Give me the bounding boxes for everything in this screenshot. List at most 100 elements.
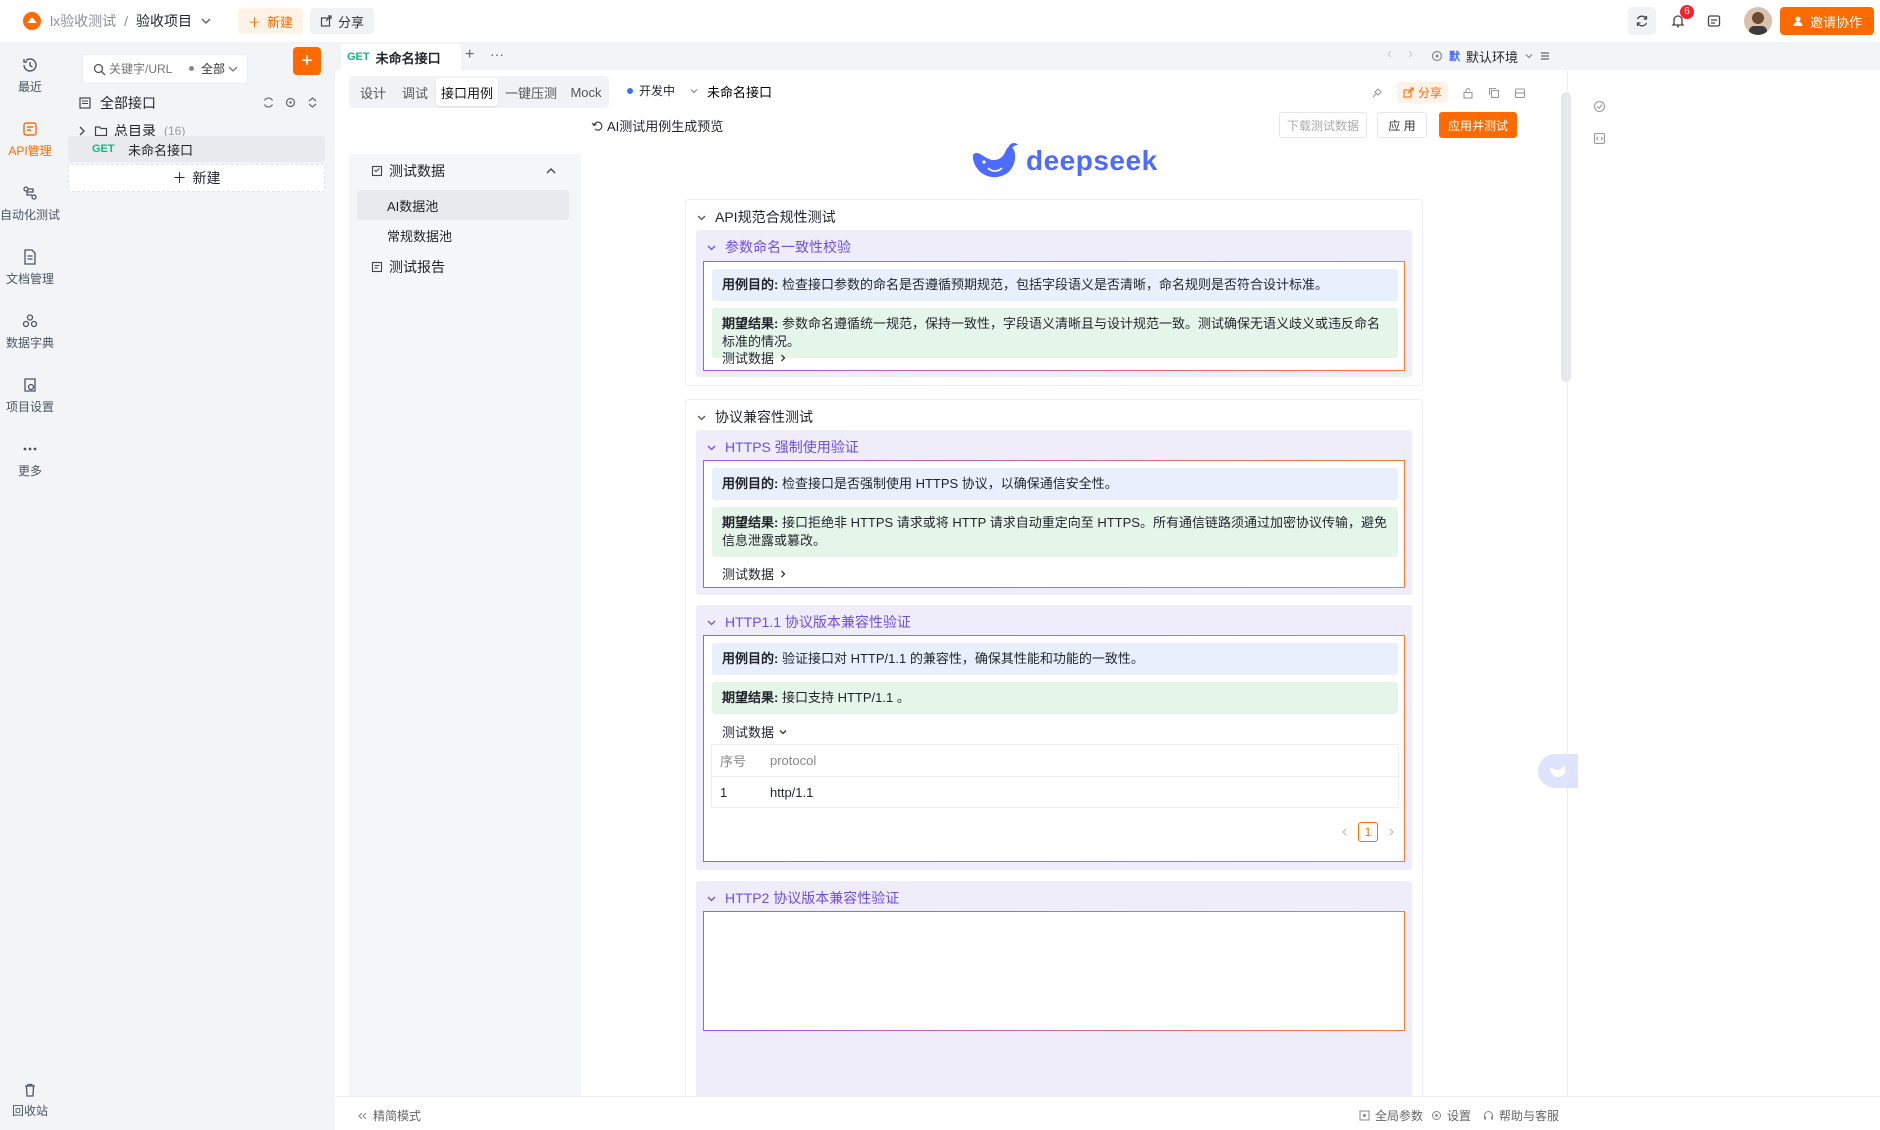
api-name-input[interactable] bbox=[707, 78, 1347, 104]
nav-item-recent[interactable]: 最近 bbox=[0, 56, 60, 95]
history-icon bbox=[21, 56, 39, 74]
nav-item-more[interactable]: 更多 bbox=[0, 440, 60, 479]
chevron-down-icon bbox=[696, 212, 707, 223]
chevron-right-icon[interactable] bbox=[1405, 49, 1415, 59]
side-group-test-report[interactable]: 测试报告 bbox=[357, 252, 569, 282]
archive-icon[interactable] bbox=[1514, 87, 1526, 99]
preview-header: AI测试用例生成预览 bbox=[591, 116, 723, 135]
nav-item-automation[interactable]: 自动化测试 bbox=[0, 184, 60, 223]
global-params-button[interactable]: 全局参数 bbox=[1359, 1107, 1423, 1124]
expand-collapse-icon[interactable] bbox=[306, 96, 319, 109]
page-number[interactable]: 1 bbox=[1358, 822, 1378, 842]
nav-item-api[interactable]: API管理 bbox=[0, 120, 60, 159]
section-title[interactable]: 协议兼容性测试 bbox=[696, 407, 813, 427]
dictionary-icon bbox=[21, 312, 39, 330]
ai-assistant-button[interactable] bbox=[1538, 754, 1578, 788]
user-plus-icon bbox=[1792, 15, 1804, 27]
more-tabs-icon[interactable]: ··· bbox=[490, 46, 504, 62]
chevron-down-icon[interactable] bbox=[200, 15, 212, 27]
plus-icon: + bbox=[301, 50, 313, 73]
chevron-right-icon bbox=[778, 569, 788, 579]
plus-icon: ＋ bbox=[173, 168, 187, 188]
settings-button[interactable]: 设置 bbox=[1431, 1107, 1471, 1124]
api-toolbar: 分享 bbox=[1371, 82, 1526, 103]
add-button[interactable]: + bbox=[293, 47, 321, 75]
case-title[interactable]: 参数命名一致性校验 bbox=[706, 237, 851, 257]
case-expectation: 期望结果: 接口支持 HTTP/1.1 。 bbox=[712, 682, 1398, 714]
filter-select[interactable]: 全部 bbox=[189, 60, 225, 77]
chevron-left-icon[interactable] bbox=[1385, 49, 1395, 59]
case-purpose: 用例目的: 检查接口参数的命名是否遵循预期规范，包括字段语义是否清晰，命名规则是… bbox=[712, 269, 1398, 301]
side-item-ai-pool[interactable]: AI数据池 bbox=[357, 190, 569, 220]
chevron-right-icon[interactable] bbox=[1386, 827, 1396, 837]
nav-item-dictionary[interactable]: 数据字典 bbox=[0, 312, 60, 351]
pagination: 1 bbox=[1340, 822, 1396, 842]
simple-mode-toggle[interactable]: 精简模式 bbox=[357, 1107, 421, 1124]
tab-api[interactable]: GET 未命名接口 bbox=[341, 44, 461, 70]
chevron-up-icon[interactable] bbox=[545, 165, 557, 177]
data-icon bbox=[371, 165, 383, 177]
nav-item-settings[interactable]: 项目设置 bbox=[0, 376, 60, 415]
case-card: 用例目的: 检查接口是否强制使用 HTTPS 协议，以确保通信安全性。 期望结果… bbox=[703, 460, 1405, 588]
scrollbar-thumb[interactable] bbox=[1561, 92, 1571, 382]
chevron-down-icon[interactable] bbox=[227, 63, 239, 75]
tree-new-button[interactable]: ＋ 新建 bbox=[68, 164, 325, 192]
status-select[interactable]: 开发中 bbox=[627, 82, 699, 99]
nav-item-docs[interactable]: 文档管理 bbox=[0, 248, 60, 287]
trash-icon bbox=[22, 1082, 38, 1098]
case-title[interactable]: HTTP1.1 协议版本兼容性验证 bbox=[706, 612, 911, 632]
search-input[interactable] bbox=[109, 59, 189, 79]
apply-button[interactable]: 应 用 bbox=[1377, 112, 1427, 138]
apply-and-test-button[interactable]: 应用并测试 bbox=[1439, 112, 1517, 138]
lock-icon[interactable] bbox=[1462, 87, 1474, 99]
copy-icon[interactable] bbox=[1488, 87, 1500, 99]
test-data-toggle[interactable]: 测试数据 bbox=[722, 564, 788, 583]
test-data-table: 序号 protocol 1 http/1.1 bbox=[711, 744, 1399, 808]
add-tab-button[interactable]: + bbox=[465, 46, 474, 64]
breadcrumb-separator: / bbox=[124, 13, 128, 29]
segment-debug[interactable]: 调试 bbox=[395, 78, 435, 106]
segment-stress-test[interactable]: 一键压测 bbox=[500, 78, 562, 106]
table-cell: http/1.1 bbox=[770, 785, 813, 800]
clean-icon[interactable] bbox=[1371, 87, 1383, 99]
code-icon[interactable] bbox=[1593, 132, 1606, 145]
bottom-bar: 精简模式 全局参数 设置 帮助与客服 bbox=[335, 1096, 1880, 1130]
new-button[interactable]: ＋ 新建 bbox=[238, 8, 303, 34]
invite-button[interactable]: 邀请协作 bbox=[1780, 7, 1874, 35]
segment-design[interactable]: 设计 bbox=[351, 78, 395, 106]
case-title[interactable]: HTTP2 协议版本兼容性验证 bbox=[706, 888, 899, 908]
left-nav: 最近 API管理 自动化测试 文档管理 数据字典 项目设置 更多 回收站 bbox=[0, 42, 60, 1130]
sync-icon[interactable] bbox=[1628, 7, 1656, 35]
search-icon bbox=[93, 63, 106, 76]
test-data-toggle[interactable]: 测试数据 bbox=[722, 348, 788, 367]
test-section-protocol: 协议兼容性测试 HTTPS 强制使用验证 用例目的: 检查接口是否强制使用 HT… bbox=[685, 399, 1423, 1130]
help-button[interactable]: 帮助与客服 bbox=[1483, 1107, 1559, 1124]
nav-item-trash[interactable]: 回收站 bbox=[0, 1082, 60, 1119]
check-circle-icon[interactable] bbox=[1593, 100, 1606, 113]
test-data-toggle[interactable]: 测试数据 bbox=[722, 722, 788, 741]
section-title[interactable]: API规范合规性测试 bbox=[696, 207, 836, 227]
team-name[interactable]: lx验收测试 bbox=[50, 11, 116, 31]
env-select[interactable]: 默 默认环境 bbox=[1431, 44, 1534, 68]
tree-item-api[interactable]: GET 未命名接口 bbox=[68, 136, 325, 162]
back-icon[interactable] bbox=[591, 120, 603, 132]
side-group-test-data[interactable]: 测试数据 bbox=[357, 156, 569, 186]
avatar[interactable] bbox=[1744, 7, 1772, 35]
locate-icon[interactable] bbox=[284, 96, 297, 109]
share-button[interactable]: 分享 bbox=[310, 8, 374, 34]
bell-icon[interactable]: 6 bbox=[1664, 7, 1692, 35]
chevron-left-icon[interactable] bbox=[1340, 827, 1350, 837]
project-name[interactable]: 验收项目 bbox=[136, 11, 192, 31]
refresh-icon[interactable] bbox=[262, 96, 275, 109]
segment-test-cases[interactable]: 接口用例 bbox=[436, 78, 498, 106]
breadcrumb: lx验收测试 / 验收项目 bbox=[22, 8, 212, 34]
menu-icon[interactable] bbox=[1535, 46, 1555, 66]
chevron-down-icon bbox=[1524, 51, 1534, 61]
tree-item-all-apis[interactable]: 全部接口 bbox=[82, 88, 322, 118]
case-title[interactable]: HTTPS 强制使用验证 bbox=[706, 437, 859, 457]
api-share-button[interactable]: 分享 bbox=[1397, 82, 1448, 103]
side-item-normal-pool[interactable]: 常规数据池 bbox=[357, 220, 569, 250]
message-icon[interactable] bbox=[1700, 7, 1728, 35]
segment-mock[interactable]: Mock bbox=[563, 78, 609, 106]
download-test-data-button[interactable]: 下载测试数据 bbox=[1279, 112, 1367, 138]
